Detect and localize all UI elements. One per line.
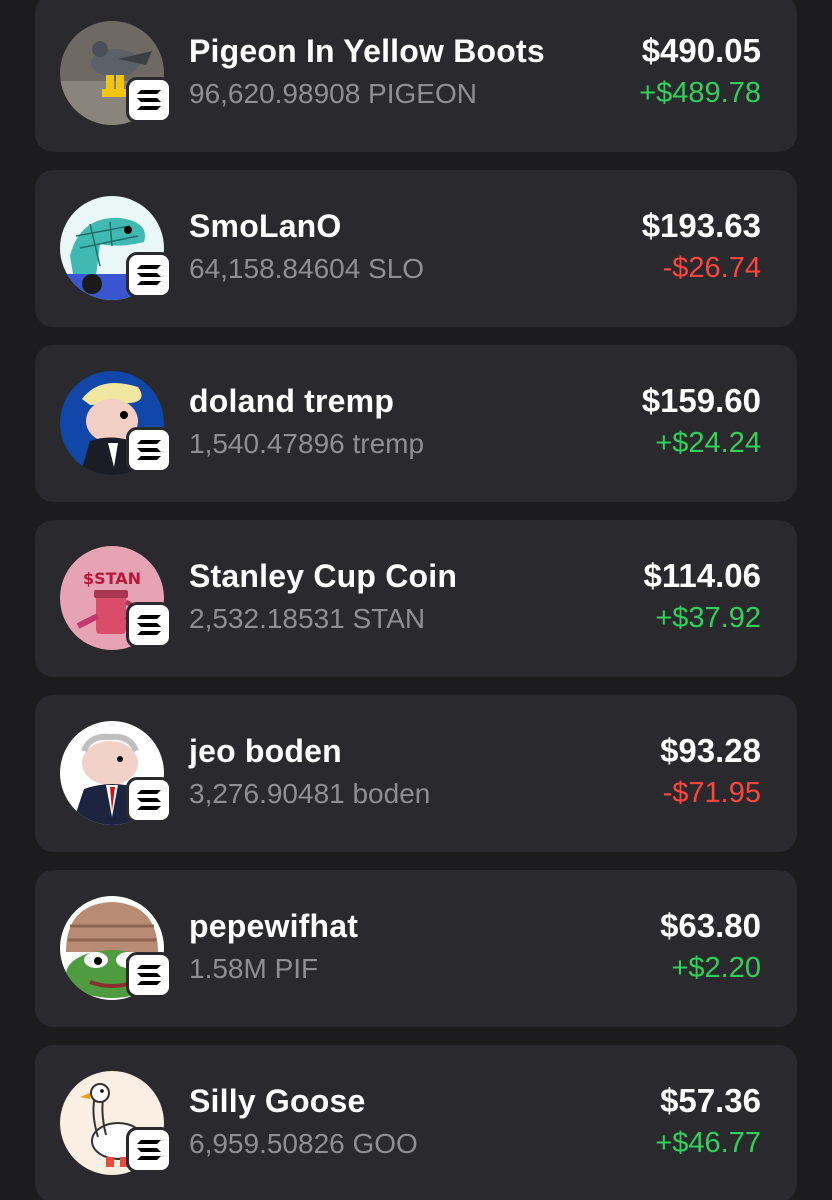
token-row-smolano[interactable]: SmoLanO 64,158.84604 SLO $193.63 -$26.74 [35,170,797,327]
solana-icon [126,952,172,998]
token-row-pepewifhat[interactable]: pepewifhat 1.58M PIF $63.80 +$2.20 [35,870,797,1027]
token-name: Silly Goose [189,1083,366,1119]
token-name: Pigeon In Yellow Boots [189,33,545,69]
token-row-tremp[interactable]: doland tremp 1,540.47896 tremp $159.60 +… [35,345,797,502]
token-value: $63.80 [660,907,761,944]
token-row-pigeon[interactable]: Pigeon In Yellow Boots 96,620.98908 PIGE… [35,0,797,152]
token-change: +$489.78 [639,77,761,109]
token-name: Stanley Cup Coin [189,558,458,594]
solana-icon [126,77,172,123]
token-value: $490.05 [641,32,761,69]
token-balance: 3,276.90481 boden [189,778,431,809]
token-row-stanley[interactable]: $STAN Stanley Cup Coin 2,532.18531 STAN … [35,520,797,677]
token-change: +$46.77 [655,1127,761,1159]
token-row-silly-goose[interactable]: Silly Goose 6,959.50826 GOO $57.36 +$46.… [35,1045,797,1200]
solana-icon [126,427,172,473]
token-avatar [60,21,172,125]
token-value: $93.28 [660,732,761,769]
token-avatar [60,1071,172,1175]
token-balance: 1.58M PIF [189,953,319,984]
token-change: +$37.92 [655,602,761,634]
token-row-boden[interactable]: jeo boden 3,276.90481 boden $93.28 -$71.… [35,695,797,852]
token-balance: 2,532.18531 STAN [189,603,426,634]
token-avatar [60,896,172,1000]
token-list: Pigeon In Yellow Boots 96,620.98908 PIGE… [0,0,832,1200]
token-change: +$2.20 [671,952,761,984]
token-balance: 6,959.50826 GOO [189,1128,418,1159]
token-balance: 1,540.47896 tremp [189,428,425,459]
token-change: -$26.74 [662,252,761,284]
solana-icon [126,252,172,298]
token-change: +$24.24 [655,427,761,459]
token-avatar: $STAN [60,546,172,650]
token-name: doland tremp [189,383,395,419]
token-name: SmoLanO [189,208,342,244]
token-balance: 64,158.84604 SLO [189,253,425,284]
token-balance: 96,620.98908 PIGEON [189,78,477,109]
token-avatar [60,371,172,475]
solana-icon [126,602,172,648]
token-value: $57.36 [660,1082,761,1119]
token-value: $114.06 [643,557,761,594]
token-change: -$71.95 [662,777,761,809]
token-avatar [60,721,172,825]
avatar-text: $STAN [83,569,141,588]
token-avatar [60,196,172,300]
token-value: $159.60 [641,382,761,419]
token-value: $193.63 [641,207,761,244]
token-name: pepewifhat [189,908,359,944]
solana-icon [126,777,172,823]
token-name: jeo boden [189,733,342,769]
solana-icon [126,1127,172,1173]
